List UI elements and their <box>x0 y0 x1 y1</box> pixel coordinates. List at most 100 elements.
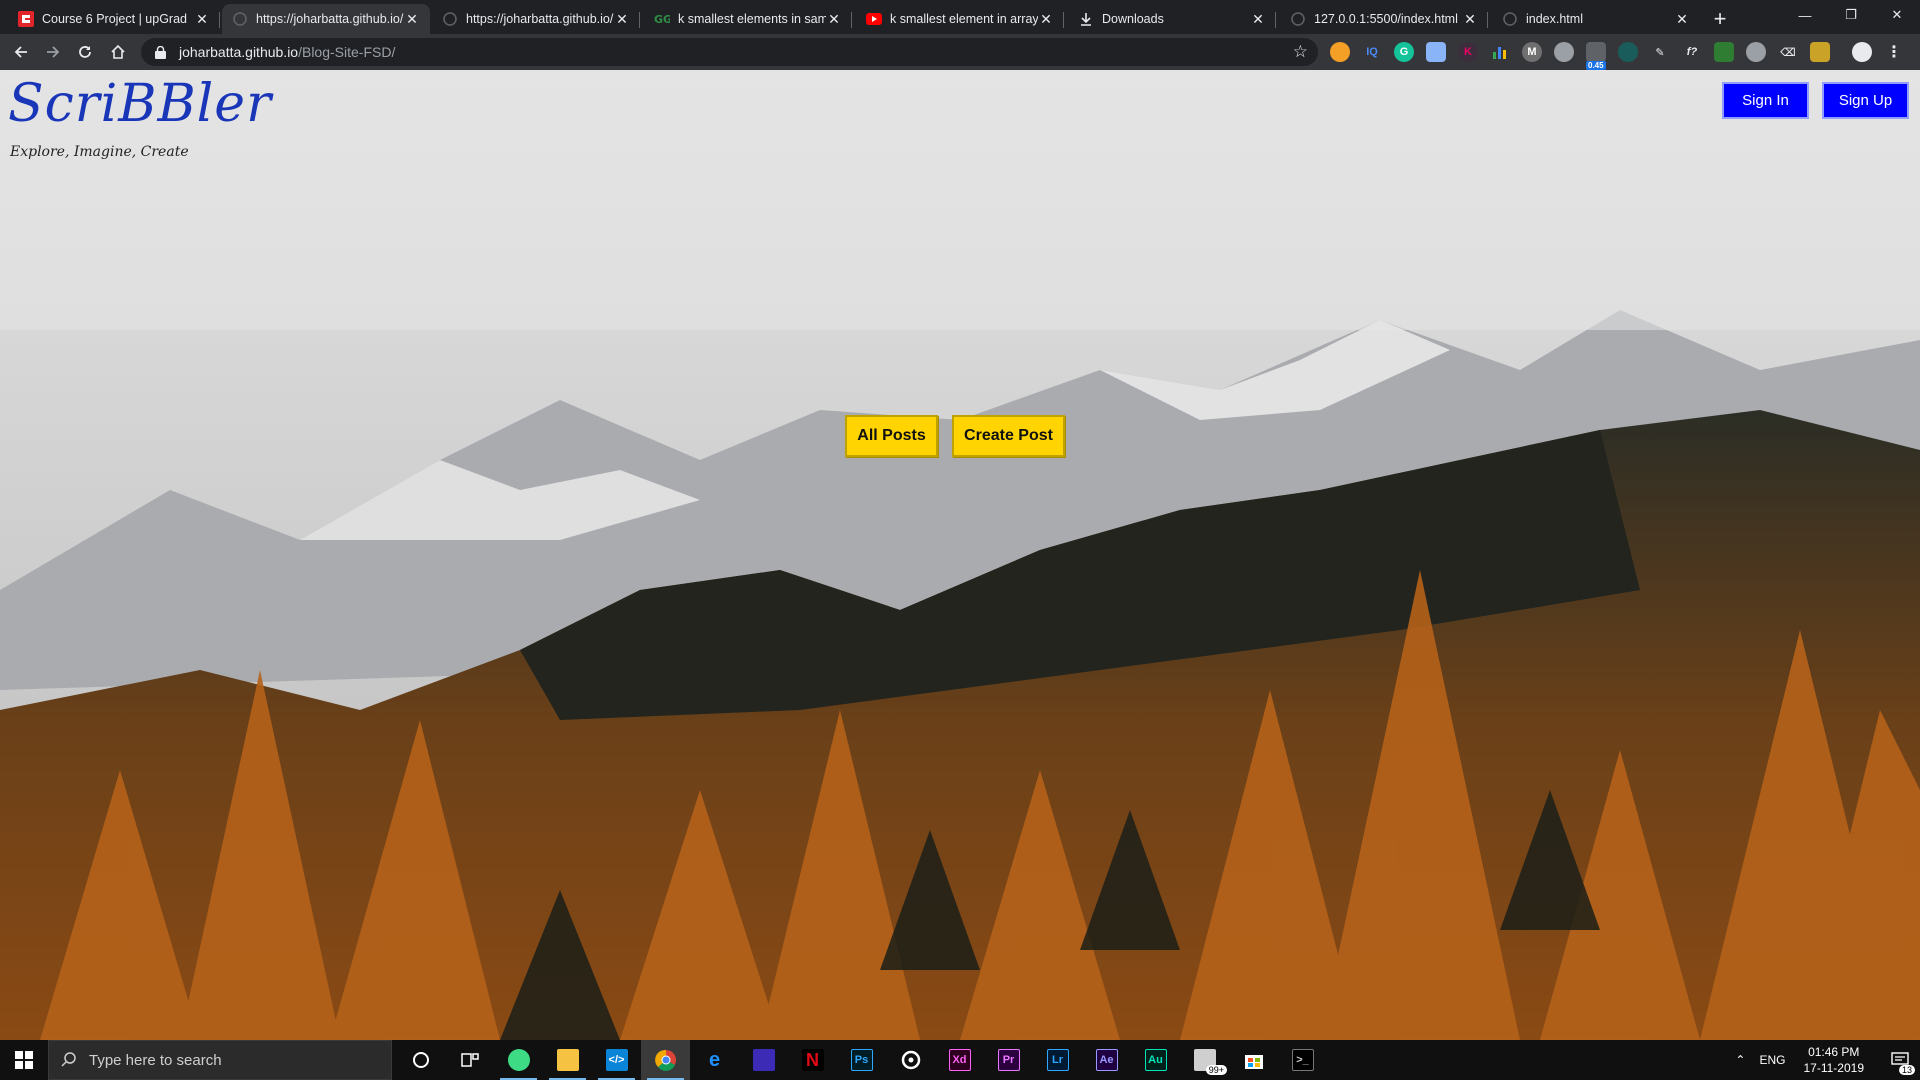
tab-title: 127.0.0.1:5500/index.html <box>1314 12 1458 26</box>
tab-title: https://joharbatta.github.io/ <box>466 12 614 26</box>
extension-badge: 0.45 <box>1586 61 1606 70</box>
browser-tab-strip: Course 6 Project | upGrad ✕ https://joha… <box>0 0 1920 34</box>
amazon-music-icon[interactable] <box>739 1040 788 1080</box>
reload-button[interactable] <box>73 40 97 64</box>
menu-dots-icon[interactable]: ⋮ <box>1884 42 1904 62</box>
eraser-extension-icon[interactable]: ⌫ <box>1778 42 1798 62</box>
new-tab-button[interactable]: + <box>1707 6 1733 32</box>
page-viewport: ScriBBler Explore, Imagine, Create Sign … <box>0 70 1920 1040</box>
clock-time: 01:46 PM <box>1808 1045 1860 1059</box>
bookmark-star-icon[interactable]: ☆ <box>1293 42 1308 62</box>
cortana-icon[interactable] <box>396 1040 445 1080</box>
tab-title: k smallest elements in same <box>678 12 826 26</box>
tab-separator <box>851 12 852 28</box>
profile-avatar[interactable] <box>1852 42 1872 62</box>
lightroom-icon[interactable]: Lr <box>1033 1040 1082 1080</box>
tab-separator <box>219 12 220 28</box>
site-logo[interactable]: ScriBBler <box>8 74 272 134</box>
sign-up-button[interactable]: Sign Up <box>1822 82 1909 119</box>
action-center-button[interactable]: 13 <box>1880 1040 1920 1080</box>
tab-youtube[interactable]: k smallest element in array ✕ <box>856 4 1064 34</box>
function-extension-icon[interactable]: f? <box>1682 42 1702 62</box>
start-button[interactable] <box>0 1040 48 1080</box>
chart-extension-icon[interactable] <box>1490 42 1510 62</box>
forward-button[interactable] <box>41 40 65 64</box>
mail-icon[interactable]: 99+ <box>1180 1040 1229 1080</box>
taskbar-apps: </> e N Ps Xd Pr Lr Ae Au 99+ >_ <box>396 1040 1327 1080</box>
premiere-icon[interactable]: Pr <box>984 1040 1033 1080</box>
xd-icon[interactable]: Xd <box>935 1040 984 1080</box>
circle-extension-icon[interactable] <box>1554 42 1574 62</box>
after-effects-icon[interactable]: Ae <box>1082 1040 1131 1080</box>
file-explorer-icon[interactable] <box>543 1040 592 1080</box>
green-extension-icon[interactable] <box>1714 42 1734 62</box>
taskbar-search-box[interactable]: Type here to search <box>48 1040 392 1080</box>
leaf-extension-icon[interactable] <box>1618 42 1638 62</box>
pen-extension-icon[interactable]: ✎ <box>1650 42 1670 62</box>
svg-text:GG: GG <box>654 13 670 26</box>
mail-badge: 99+ <box>1205 1065 1227 1075</box>
edge-icon[interactable]: e <box>690 1040 739 1080</box>
store-icon[interactable] <box>1229 1040 1278 1080</box>
tab-title: https://joharbatta.github.io/ <box>256 12 404 26</box>
terminal-icon[interactable]: >_ <box>1278 1040 1327 1080</box>
chevron-up-icon[interactable]: ⌃ <box>1735 1053 1745 1067</box>
tab-downloads[interactable]: Downloads ✕ <box>1068 4 1276 34</box>
m-extension-icon[interactable]: M <box>1522 42 1542 62</box>
windows-taskbar: Type here to search </> e N Ps Xd Pr Lr … <box>0 1040 1920 1080</box>
groove-icon[interactable] <box>886 1040 935 1080</box>
arrow-left-icon <box>14 46 27 58</box>
close-icon[interactable]: ✕ <box>1038 11 1054 27</box>
tab-index-html[interactable]: index.html ✕ <box>1492 4 1700 34</box>
close-icon[interactable]: ✕ <box>1250 11 1266 27</box>
tab-joharbatta-1[interactable]: https://joharbatta.github.io/ ✕ <box>222 4 430 34</box>
close-icon[interactable]: ✕ <box>1462 11 1478 27</box>
notification-count: 13 <box>1898 1065 1915 1075</box>
globe-icon <box>1502 11 1518 27</box>
chrome-icon[interactable] <box>641 1040 690 1080</box>
tab-title: index.html <box>1526 12 1583 26</box>
minimize-button[interactable]: — <box>1782 0 1828 30</box>
tab-title: Course 6 Project | upGrad <box>42 12 187 26</box>
search-placeholder: Type here to search <box>89 1051 222 1069</box>
reload-icon <box>79 46 91 58</box>
globe-icon <box>232 11 248 27</box>
back-button[interactable] <box>9 40 33 64</box>
language-indicator[interactable]: ENG <box>1759 1053 1785 1067</box>
maximize-button[interactable]: ❐ <box>1828 0 1874 30</box>
close-icon[interactable]: ✕ <box>1674 11 1690 27</box>
windows-icon <box>15 1051 33 1069</box>
photoshop-icon[interactable]: Ps <box>837 1040 886 1080</box>
tab-localhost[interactable]: 127.0.0.1:5500/index.html ✕ <box>1280 4 1488 34</box>
android-studio-icon[interactable] <box>494 1040 543 1080</box>
globe-icon <box>442 11 458 27</box>
tab-upgrad[interactable]: Course 6 Project | upGrad ✕ <box>8 4 220 34</box>
task-view-icon[interactable] <box>445 1040 494 1080</box>
vscode-icon[interactable]: </> <box>592 1040 641 1080</box>
close-icon[interactable]: ✕ <box>614 11 630 27</box>
close-icon[interactable]: ✕ <box>826 11 842 27</box>
cookie-extension-icon[interactable] <box>1330 42 1350 62</box>
youtube-icon <box>866 11 882 27</box>
tab-joharbatta-2[interactable]: https://joharbatta.github.io/ ✕ <box>432 4 640 34</box>
home-button[interactable] <box>106 40 130 64</box>
close-window-button[interactable]: ✕ <box>1874 0 1920 30</box>
close-icon[interactable]: ✕ <box>194 11 210 27</box>
clock[interactable]: 01:46 PM 17-11-2019 <box>1804 1044 1865 1076</box>
tab-gfg[interactable]: GG k smallest elements in same ✕ <box>644 4 852 34</box>
speed-extension-icon[interactable]: 0.45 <box>1586 42 1606 70</box>
audition-icon[interactable]: Au <box>1131 1040 1180 1080</box>
grammarly-icon[interactable]: G <box>1394 42 1414 62</box>
netflix-icon[interactable]: N <box>788 1040 837 1080</box>
close-icon[interactable]: ✕ <box>404 11 420 27</box>
grey-extension-icon[interactable] <box>1746 42 1766 62</box>
mail-checker-icon[interactable] <box>1426 42 1446 62</box>
theme-extension-icon[interactable] <box>1810 42 1830 62</box>
address-bar[interactable]: joharbatta.github.io/Blog-Site-FSD/ ☆ <box>141 38 1318 66</box>
iq-extension-icon[interactable]: IQ <box>1362 42 1382 62</box>
sign-in-button[interactable]: Sign In <box>1722 82 1809 119</box>
k-extension-icon[interactable]: K <box>1458 42 1478 62</box>
create-post-button[interactable]: Create Post <box>952 415 1065 457</box>
all-posts-button[interactable]: All Posts <box>845 415 938 457</box>
browser-toolbar: joharbatta.github.io/Blog-Site-FSD/ ☆ IQ… <box>0 34 1920 70</box>
